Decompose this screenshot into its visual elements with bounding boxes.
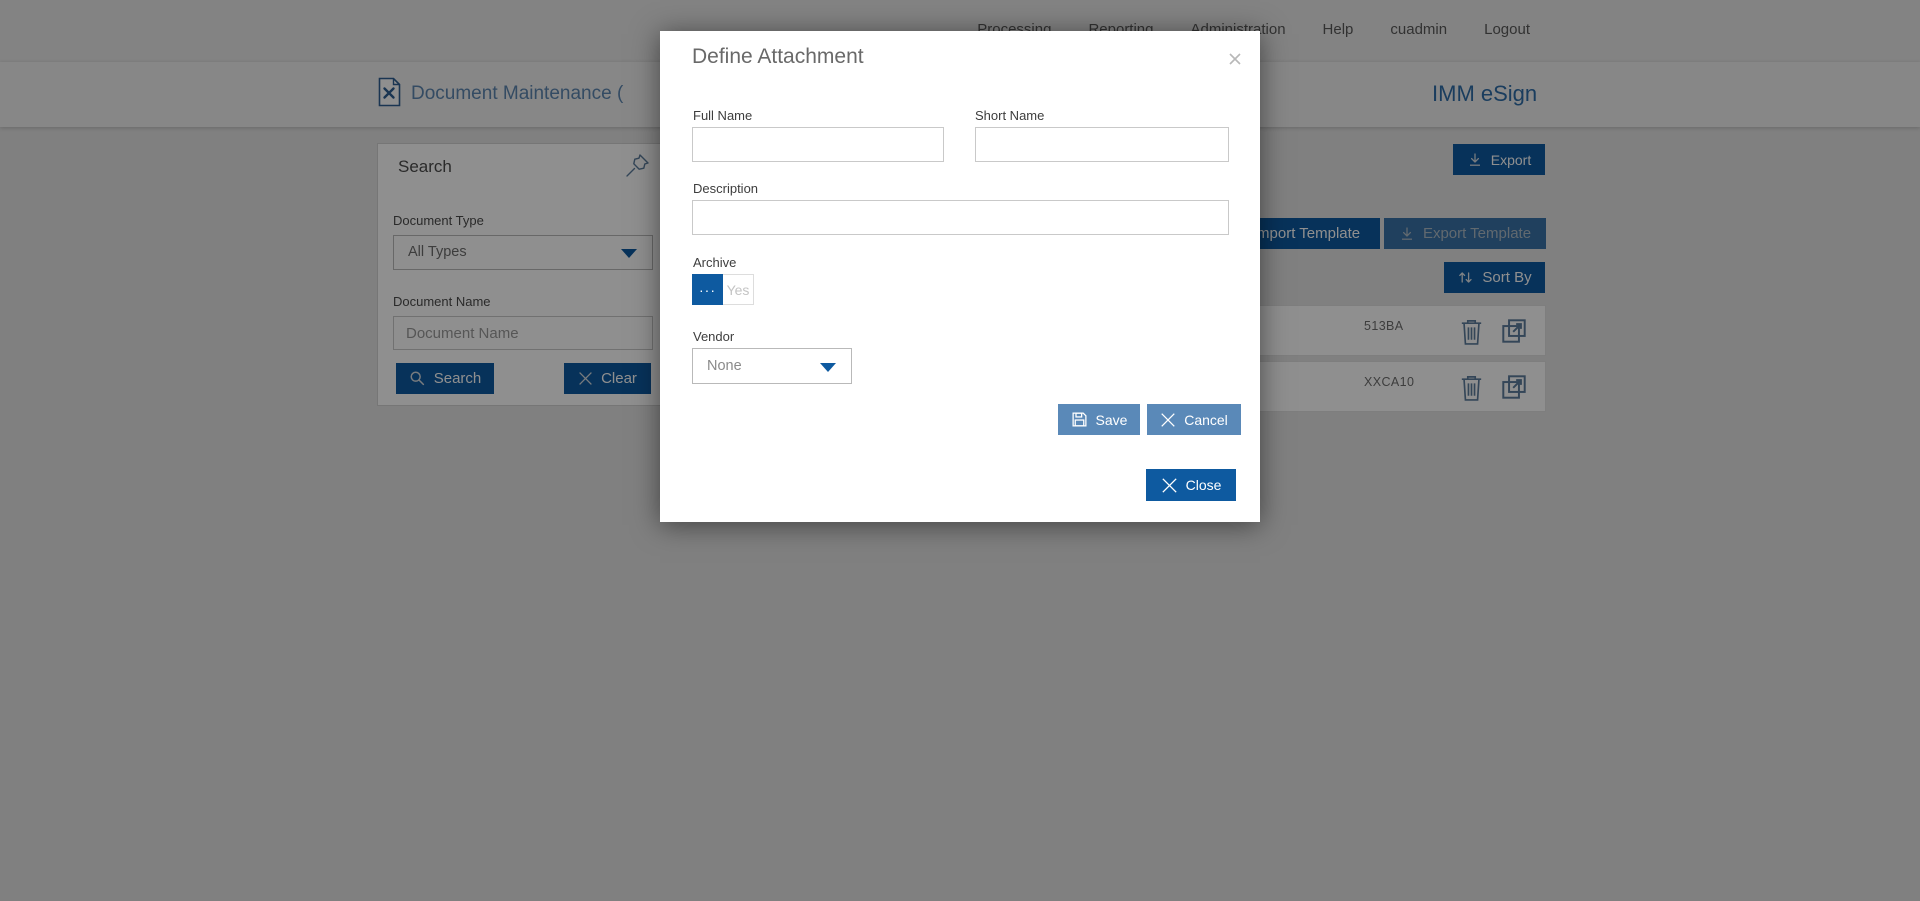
full-name-input[interactable]	[692, 127, 944, 162]
vendor-select[interactable]: None	[692, 348, 852, 384]
chevron-down-icon	[820, 363, 836, 372]
archive-toggle-value: Yes	[723, 274, 754, 305]
save-floppy-icon	[1071, 411, 1088, 428]
modal-title: Define Attachment	[692, 45, 864, 69]
save-button[interactable]: Save	[1058, 404, 1140, 435]
archive-toggle[interactable]: ··· Yes	[692, 274, 754, 305]
close-icon[interactable]	[1228, 52, 1242, 66]
x-icon	[1160, 412, 1176, 428]
archive-toggle-knob: ···	[692, 274, 723, 305]
cancel-button-label: Cancel	[1184, 412, 1228, 428]
x-icon	[1161, 477, 1178, 494]
app-root: Processing Reporting Administration Help…	[0, 0, 1920, 901]
vendor-label: Vendor	[693, 329, 734, 344]
short-name-input[interactable]	[975, 127, 1229, 162]
archive-label: Archive	[693, 255, 736, 270]
short-name-label: Short Name	[975, 108, 1044, 123]
modal-close-label: Close	[1186, 477, 1222, 493]
description-label: Description	[693, 181, 758, 196]
cancel-button[interactable]: Cancel	[1147, 404, 1241, 435]
full-name-label: Full Name	[693, 108, 752, 123]
save-button-label: Save	[1096, 412, 1128, 428]
vendor-value: None	[707, 349, 742, 383]
define-attachment-modal: Define Attachment Full Name Short Name D…	[660, 31, 1260, 522]
description-input[interactable]	[692, 200, 1229, 235]
modal-close-button[interactable]: Close	[1146, 469, 1236, 501]
